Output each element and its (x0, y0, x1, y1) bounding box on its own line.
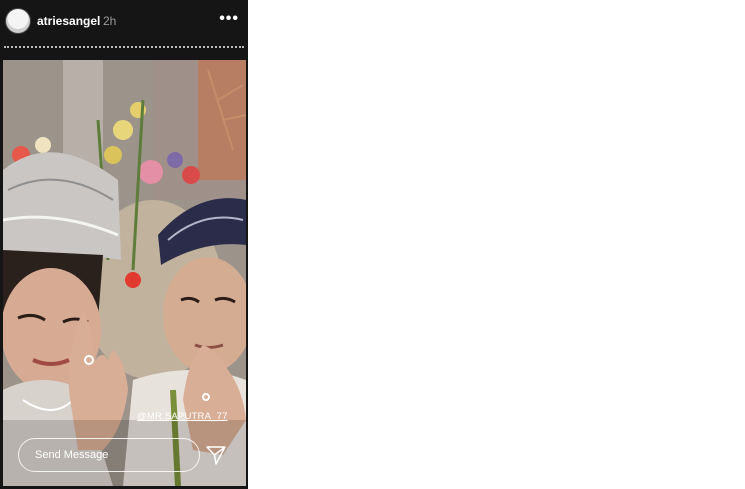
send-message-placeholder: Send Message (35, 449, 109, 461)
time-ago: 2h (103, 14, 117, 28)
instagram-story: atriesangel 2h ••• @MR.SAPUTRA_77 Send M… (0, 0, 248, 489)
avatar[interactable] (5, 8, 31, 34)
username[interactable]: atriesangel (37, 14, 100, 28)
mention-tag[interactable]: @MR.SAPUTRA_77 (137, 411, 228, 422)
send-message-input[interactable]: Send Message (18, 438, 200, 472)
story-header: atriesangel 2h ••• (0, 0, 248, 44)
story-photo (3, 60, 246, 486)
paper-plane-icon[interactable] (205, 444, 227, 466)
more-options-icon[interactable]: ••• (219, 10, 239, 28)
story-progress-bar (4, 46, 244, 48)
wedding-photo-illustration (3, 60, 246, 486)
